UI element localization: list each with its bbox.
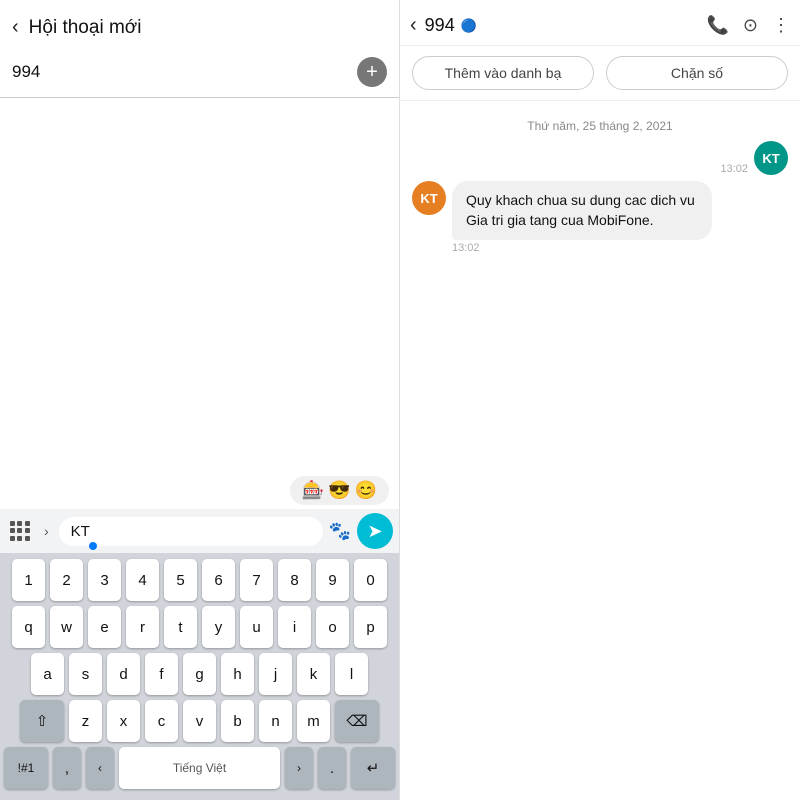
number-row: 1 2 3 4 5 6 7 8 9 0 (4, 559, 395, 601)
avatar-kt-right: KT (754, 141, 788, 175)
contact-name: 994 (425, 15, 455, 36)
keyboard-toolbar: › KT 🐾 ➤ (0, 509, 399, 553)
key-6[interactable]: 6 (202, 559, 235, 601)
left-panel: ‹ Hội thoại mới + 🎰 😎 😊 › KT (0, 0, 400, 800)
key-e[interactable]: e (88, 606, 121, 648)
action-buttons: Thêm vào danh bạ Chặn số (400, 46, 800, 101)
key-2[interactable]: 2 (50, 559, 83, 601)
key-a[interactable]: a (31, 653, 64, 695)
key-x[interactable]: x (107, 700, 140, 742)
right-title: 994 🔵 (425, 15, 699, 36)
block-number-button[interactable]: Chặn số (606, 56, 788, 90)
row-zxcv: ⇧ z x c v b n m ⌫ (4, 700, 395, 742)
key-symbols[interactable]: !#1 (4, 747, 48, 789)
key-left-arrow[interactable]: ‹ (86, 747, 114, 789)
video-icon[interactable]: ⊙ (743, 15, 758, 36)
key-m[interactable]: m (297, 700, 330, 742)
keyboard-grid-icon[interactable] (6, 517, 34, 545)
emoji-pill[interactable]: 🎰 😎 😊 (290, 476, 389, 505)
key-h[interactable]: h (221, 653, 254, 695)
message-input-text: KT (71, 523, 90, 540)
avatar-mobifone: KT (412, 181, 446, 215)
key-delete[interactable]: ⌫ (335, 700, 379, 742)
message-left-content: Quy khach chua su dung cac dich vu Gia t… (452, 181, 712, 254)
key-u[interactable]: u (240, 606, 273, 648)
keyboard-area: 🎰 😎 😊 › KT 🐾 ➤ 1 2 3 (0, 472, 399, 800)
key-y[interactable]: y (202, 606, 235, 648)
key-7[interactable]: 7 (240, 559, 273, 601)
key-right-arrow[interactable]: › (285, 747, 313, 789)
message-bubble-left: Quy khach chua su dung cac dich vu Gia t… (452, 181, 712, 240)
msg-left-footer: 13:02 (452, 242, 712, 254)
row-asdf: a s d f g h j k l (4, 653, 395, 695)
sticker-icon[interactable]: 🐾 (329, 521, 351, 542)
emoji-1: 😎 (328, 480, 350, 501)
recipient-input[interactable] (12, 62, 349, 82)
key-w[interactable]: w (50, 606, 83, 648)
key-z[interactable]: z (69, 700, 102, 742)
left-input-row: + (0, 47, 399, 98)
key-space[interactable]: Tiếng Việt (119, 747, 280, 789)
key-s[interactable]: s (69, 653, 102, 695)
left-title: Hội thoại mới (29, 17, 142, 39)
key-4[interactable]: 4 (126, 559, 159, 601)
key-l[interactable]: l (335, 653, 368, 695)
emoji-2: 😊 (355, 480, 377, 501)
msg-time-right: 13:02 (720, 163, 748, 175)
message-row-left: KT Quy khach chua su dung cac dich vu Gi… (412, 181, 788, 254)
message-row-right: 13:02 KT (412, 141, 788, 175)
right-panel: ‹ 994 🔵 📞 ⊙ ⋮ Thêm vào danh bạ Chặn số T… (400, 0, 800, 800)
key-3[interactable]: 3 (88, 559, 121, 601)
key-i[interactable]: i (278, 606, 311, 648)
phone-icon[interactable]: 📞 (706, 15, 728, 36)
back-icon-left[interactable]: ‹ (12, 16, 19, 39)
key-1[interactable]: 1 (12, 559, 45, 601)
key-shift[interactable]: ⇧ (20, 700, 64, 742)
left-content-area (0, 98, 399, 472)
key-f[interactable]: f (145, 653, 178, 695)
right-header-icons: 📞 ⊙ ⋮ (706, 15, 790, 36)
key-t[interactable]: t (164, 606, 197, 648)
key-comma[interactable]: , (53, 747, 81, 789)
chat-area: Thứ năm, 25 tháng 2, 2021 13:02 KT KT Qu… (400, 101, 800, 800)
add-to-contacts-button[interactable]: Thêm vào danh bạ (412, 56, 594, 90)
key-c[interactable]: c (145, 700, 178, 742)
back-icon-right[interactable]: ‹ (410, 14, 417, 37)
right-header: ‹ 994 🔵 📞 ⊙ ⋮ (400, 0, 800, 46)
key-n[interactable]: n (259, 700, 292, 742)
key-0[interactable]: 0 (354, 559, 387, 601)
date-label: Thứ năm, 25 tháng 2, 2021 (412, 119, 788, 133)
verified-icon: 🔵 (461, 18, 477, 34)
key-j[interactable]: j (259, 653, 292, 695)
key-9[interactable]: 9 (316, 559, 349, 601)
key-g[interactable]: g (183, 653, 216, 695)
cursor-dot (89, 542, 97, 550)
add-recipient-button[interactable]: + (357, 57, 387, 87)
key-r[interactable]: r (126, 606, 159, 648)
key-period[interactable]: . (318, 747, 346, 789)
key-b[interactable]: b (221, 700, 254, 742)
message-input-wrapper[interactable]: KT (59, 517, 323, 546)
bottom-row: !#1 , ‹ Tiếng Việt › . ↵ (4, 747, 395, 789)
row-qwerty: q w e r t y u i o p (4, 606, 395, 648)
emoji-suggestion-row: 🎰 😎 😊 (0, 472, 399, 509)
keyboard-keys: 1 2 3 4 5 6 7 8 9 0 q w e r t y u i o (0, 553, 399, 800)
key-d[interactable]: d (107, 653, 140, 695)
key-p[interactable]: p (354, 606, 387, 648)
msg-time-left: 13:02 (452, 242, 480, 254)
key-q[interactable]: q (12, 606, 45, 648)
key-o[interactable]: o (316, 606, 349, 648)
key-k[interactable]: k (297, 653, 330, 695)
sticker-icon-small: 🎰 (302, 480, 324, 501)
key-enter[interactable]: ↵ (351, 747, 395, 789)
key-5[interactable]: 5 (164, 559, 197, 601)
key-8[interactable]: 8 (278, 559, 311, 601)
key-v[interactable]: v (183, 700, 216, 742)
more-icon[interactable]: ⋮ (772, 15, 790, 36)
left-header: ‹ Hội thoại mới (0, 0, 399, 47)
send-button[interactable]: ➤ (357, 513, 393, 549)
keyboard-arrow[interactable]: › (40, 519, 53, 543)
